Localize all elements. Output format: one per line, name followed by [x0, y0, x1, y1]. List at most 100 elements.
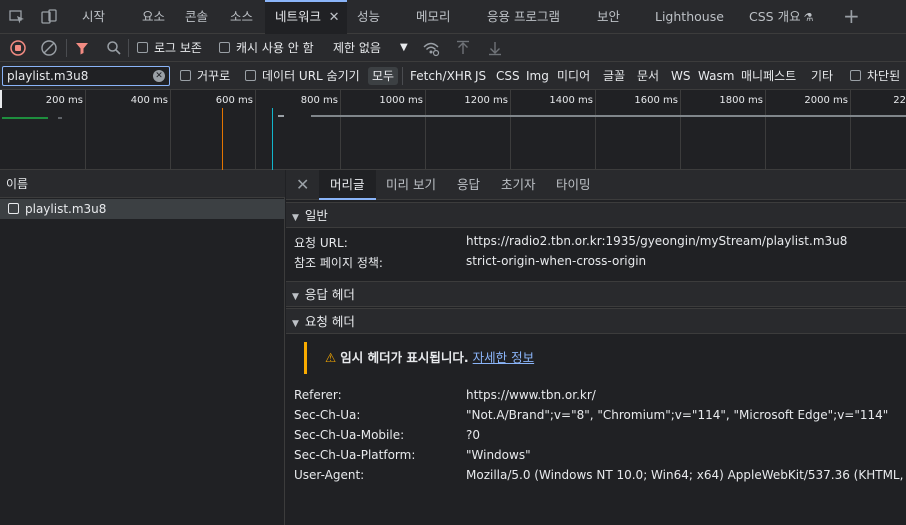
checkbox-box[interactable] [137, 42, 148, 53]
filter-type-css[interactable]: CSS [496, 62, 520, 90]
timeline-gridline [680, 90, 681, 170]
tab-console[interactable]: 콘솔 [185, 0, 208, 34]
timeline-gridline [510, 90, 511, 170]
invert-checkbox[interactable]: 거꾸로 [180, 62, 230, 90]
filter-type-js[interactable]: JS [475, 62, 486, 90]
filter-icon[interactable] [73, 39, 91, 57]
triangle-expanded-icon: ▼ [292, 292, 299, 302]
learn-more-link[interactable]: 자세한 정보 [473, 350, 534, 365]
tab-network-label: 네트워크 [275, 9, 322, 24]
timeline-gridline [595, 90, 596, 170]
tab-performance[interactable]: 성능 [357, 0, 380, 34]
tab-lighthouse[interactable]: Lighthouse [655, 0, 724, 34]
filter-type-media[interactable]: 미디어 [557, 62, 590, 90]
chevron-down-icon[interactable]: ▼ [400, 34, 408, 62]
tab-welcome[interactable]: 시작 [82, 0, 105, 34]
tab-elements[interactable]: 요소 [142, 0, 165, 34]
header-key: Referer: [294, 388, 342, 402]
request-bar-gray [278, 115, 284, 117]
filter-type-manifest[interactable]: 매니페스트 [741, 62, 796, 90]
checkbox-box[interactable] [245, 70, 256, 81]
column-header-name[interactable]: 이름 [0, 170, 285, 198]
section-response-headers-title: 응답 헤더 [304, 287, 355, 302]
filter-type-all[interactable]: 모두 [368, 67, 399, 85]
request-url-label: 요청 URL: [294, 236, 348, 250]
tab-security[interactable]: 보안 [597, 0, 620, 34]
export-har-download-icon[interactable] [486, 39, 504, 57]
timeline-tick-label: 22 [893, 95, 906, 106]
tab-css-overview[interactable]: CSS 개요 ⚗ [749, 0, 813, 34]
toolbar-divider [66, 39, 67, 57]
table-row[interactable]: playlist.m3u8 [0, 199, 285, 219]
section-response-headers[interactable]: ▼ 응답 헤더 [286, 281, 906, 307]
warning-text: 임시 헤더가 표시됩니다. [340, 350, 469, 365]
request-bar-gray [58, 117, 62, 119]
tab-application[interactable]: 응용 프로그램 [487, 0, 560, 34]
request-bar-gray [311, 115, 906, 117]
stop-recording-icon[interactable] [9, 39, 27, 57]
filter-type-font[interactable]: 글꼴 [603, 62, 625, 90]
clear-icon[interactable] [40, 39, 58, 57]
checkbox-box[interactable] [219, 42, 230, 53]
network-conditions-wifi-icon[interactable] [422, 39, 440, 57]
hide-data-urls-checkbox[interactable]: 데이터 URL 숨기기 [245, 62, 360, 90]
header-key: Sec-Ch-Ua-Mobile: [294, 428, 405, 442]
close-details-icon[interactable]: ✕ [296, 177, 312, 193]
timeline-gridline [170, 90, 171, 170]
search-icon[interactable] [105, 39, 123, 57]
filter-type-doc[interactable]: 문서 [637, 62, 659, 90]
network-timeline-overview[interactable]: 200 ms 400 ms 600 ms 800 ms 1000 ms 1200… [0, 90, 906, 170]
timeline-tick-label: 800 ms [300, 95, 338, 106]
section-request-headers-title: 요청 헤더 [304, 314, 355, 329]
preserve-log-checkbox[interactable]: 로그 보존 [137, 34, 202, 62]
header-key: User-Agent: [294, 468, 365, 482]
request-list: 이름 playlist.m3u8 [0, 170, 285, 525]
timeline-gridline [425, 90, 426, 170]
throttling-select[interactable]: 제한 없음 [333, 34, 381, 62]
tab-headers[interactable]: 머리글 [319, 170, 376, 200]
timeline-tick-label: 200 ms [45, 95, 83, 106]
toolbar-divider [128, 39, 129, 57]
warning-icon: ⚠ [325, 350, 337, 365]
more-tools-plus-icon[interactable]: + [843, 4, 860, 28]
blocked-requests-checkbox[interactable]: 차단된 [850, 62, 900, 90]
filter-type-ws[interactable]: WS [671, 62, 690, 90]
invert-label: 거꾸로 [197, 69, 231, 83]
tab-preview[interactable]: 미리 보기 [386, 170, 436, 200]
close-icon[interactable]: ✕ [327, 3, 341, 33]
filter-type-fetch-xhr[interactable]: Fetch/XHR [410, 62, 472, 90]
timeline-tick-label: 1000 ms [379, 95, 423, 106]
document-file-icon [8, 203, 19, 214]
checkbox-box[interactable] [850, 70, 861, 81]
tab-memory[interactable]: 메모리 [416, 0, 451, 34]
timeline-gridline [255, 90, 256, 170]
header-key: Sec-Ch-Ua: [294, 408, 361, 422]
toolbar-divider [402, 67, 403, 85]
timeline-tick-label: 2000 ms [804, 95, 848, 106]
timeline-gridline [340, 90, 341, 170]
filter-type-other[interactable]: 기타 [811, 62, 833, 90]
filter-type-wasm[interactable]: Wasm [698, 62, 734, 90]
provisional-headers-warning: ⚠ 임시 헤더가 표시됩니다. 자세한 정보 [304, 342, 906, 374]
section-request-headers[interactable]: ▼ 요청 헤더 [286, 308, 906, 334]
filter-type-img[interactable]: Img [526, 62, 549, 90]
filter-toolbar: ✕ 거꾸로 데이터 URL 숨기기 모두 Fetch/XHR JS CSS Im… [0, 62, 906, 90]
device-toolbar-icon[interactable] [40, 8, 58, 26]
checkbox-box[interactable] [180, 70, 191, 81]
disable-cache-checkbox[interactable]: 캐시 사용 안 함 [219, 34, 314, 62]
header-value: https://www.tbn.or.kr/ [466, 388, 596, 402]
tab-initiator[interactable]: 초기자 [501, 170, 536, 200]
details-tab-bar: ✕ 머리글 미리 보기 응답 초기자 타이밍 [286, 170, 906, 200]
tab-sources[interactable]: 소스 [230, 0, 253, 34]
import-har-upload-icon[interactable] [454, 39, 472, 57]
hide-data-urls-label: 데이터 URL 숨기기 [262, 69, 360, 83]
clear-filter-icon[interactable]: ✕ [153, 70, 165, 82]
tab-timing[interactable]: 타이밍 [556, 170, 591, 200]
section-general[interactable]: ▼ 일반 [286, 202, 906, 228]
filter-input[interactable] [2, 66, 170, 86]
tab-network[interactable]: 네트워크 ✕ [265, 0, 348, 34]
tab-response[interactable]: 응답 [457, 170, 480, 200]
inspect-element-icon[interactable] [8, 8, 26, 26]
referrer-policy-label: 참조 페이지 정책: [294, 256, 383, 270]
tab-css-overview-label: CSS 개요 [749, 9, 801, 24]
